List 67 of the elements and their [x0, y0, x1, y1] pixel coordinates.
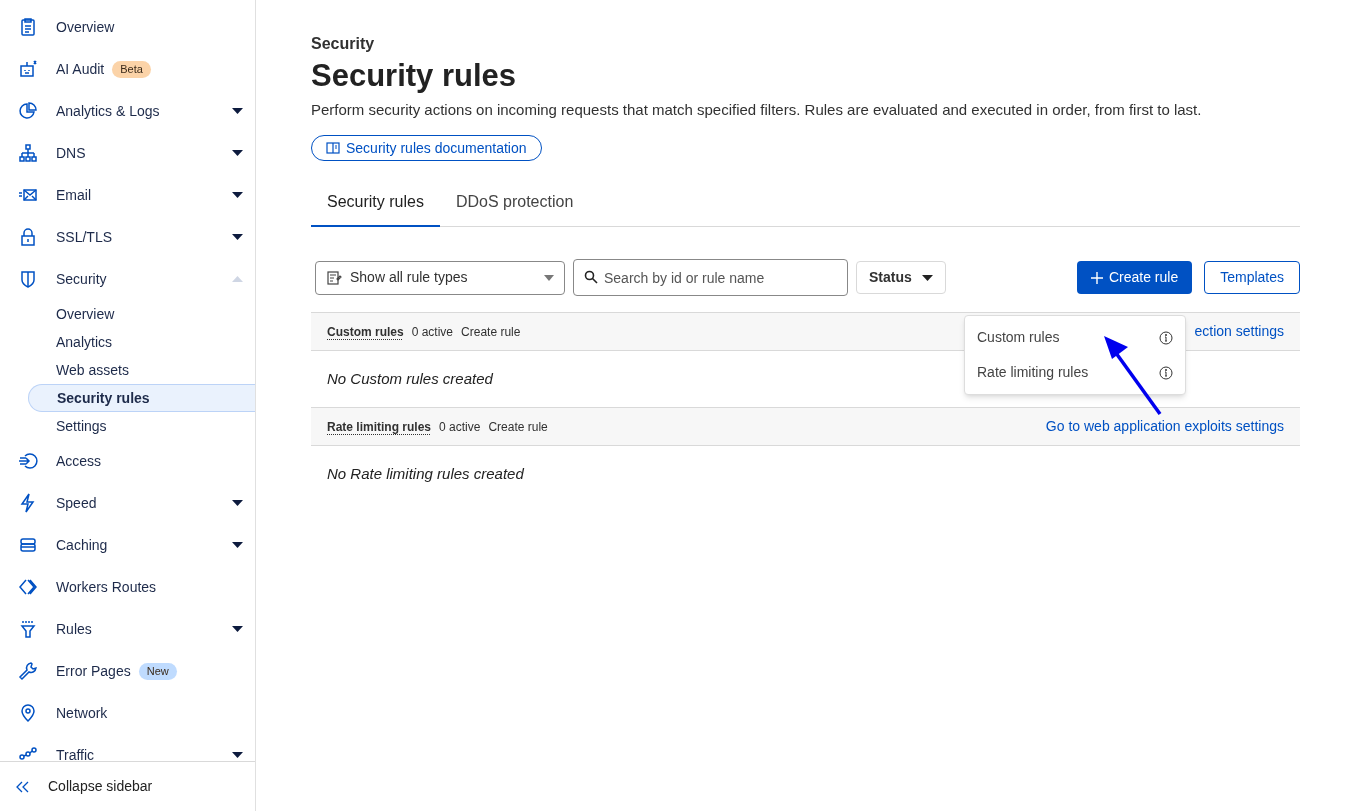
- sidebar-item[interactable]: AI Audit Beta: [0, 48, 255, 90]
- sidebar-item[interactable]: Speed: [0, 482, 255, 524]
- active-count: 0 active: [411, 323, 454, 341]
- double-chevron-left-icon: [16, 780, 30, 793]
- info-icon: [1159, 330, 1173, 345]
- sidebar-item[interactable]: Traffic: [0, 734, 255, 761]
- caret-down-icon: [544, 274, 554, 281]
- rule-type-dropdown[interactable]: Show all rule types: [315, 260, 565, 295]
- breadcrumb: Security: [311, 34, 376, 54]
- caret-down-icon: [921, 274, 933, 281]
- empty-message: No Rate limiting rules created: [327, 463, 524, 484]
- create-rule-link[interactable]: Create rule: [488, 417, 548, 436]
- sidebar-item[interactable]: Access: [0, 440, 255, 482]
- sidebar-subitem[interactable]: Web assets: [28, 356, 255, 384]
- settings-link[interactable]: ection settings: [1194, 321, 1284, 342]
- info-icon: [1159, 365, 1173, 380]
- book-icon: [326, 142, 340, 154]
- create-rule-link[interactable]: Create rule: [461, 322, 521, 341]
- sidebar-item[interactable]: Security: [0, 258, 255, 300]
- section-title: Custom rules: [327, 323, 404, 341]
- templates-button[interactable]: Templates: [1204, 261, 1300, 294]
- page-title: Security rules: [311, 57, 518, 95]
- network-tree-icon: [18, 143, 38, 163]
- collapse-sidebar-button[interactable]: Collapse sidebar: [16, 776, 153, 797]
- clipboard-icon: [18, 17, 38, 37]
- search-icon: [584, 270, 598, 284]
- sidebar-subitem[interactable]: Overview: [28, 300, 255, 328]
- status-filter-button[interactable]: Status: [856, 261, 946, 294]
- sidebar-item[interactable]: Network: [0, 692, 255, 734]
- sidebar-item[interactable]: Overview: [0, 6, 255, 48]
- settings-link[interactable]: Go to web application exploits settings: [1045, 416, 1284, 437]
- menu-item[interactable]: Custom rules: [965, 320, 1185, 355]
- tab[interactable]: DDoS protection: [439, 179, 590, 227]
- section-title: Rate limiting rules: [327, 418, 432, 436]
- wrench-icon: [18, 661, 38, 681]
- sidebar-item[interactable]: Rules: [0, 608, 255, 650]
- sidebar-item[interactable]: Workers Routes: [0, 566, 255, 608]
- sidebar-item[interactable]: Error Pages New: [0, 650, 255, 692]
- sidebar-subitem[interactable]: Security rules: [28, 384, 255, 412]
- page-description: Perform security actions on incoming requests that match specified filters. Rules are evaluated and executed in order, from first to last.: [311, 100, 1203, 120]
- nodes-icon: [18, 745, 38, 761]
- menu-item[interactable]: Rate limiting rules: [965, 355, 1185, 390]
- badge: Beta: [112, 60, 151, 78]
- sidebar-item[interactable]: SSL/TLS: [0, 216, 255, 258]
- sidebar-item[interactable]: DNS: [0, 132, 255, 174]
- robot-icon: [18, 59, 38, 79]
- server-stack-icon: [18, 535, 38, 555]
- map-pin-icon: [18, 703, 38, 723]
- brackets-icon: [18, 577, 38, 597]
- active-count: 0 active: [439, 418, 481, 436]
- sidebar-subitem[interactable]: Settings: [28, 412, 255, 440]
- pie-chart-icon: [18, 101, 38, 121]
- form-icon: [326, 269, 342, 286]
- sidebar-item[interactable]: Caching: [0, 524, 255, 566]
- lock-icon: [18, 227, 38, 247]
- tab[interactable]: Security rules: [311, 179, 440, 227]
- sidebar-item[interactable]: Email: [0, 174, 255, 216]
- badge: New: [138, 662, 177, 680]
- search-field[interactable]: Search by id or rule name: [573, 259, 848, 296]
- create-rule-button[interactable]: Create rule: [1076, 261, 1193, 294]
- plus-icon: [1090, 271, 1103, 284]
- sidebar-item[interactable]: Analytics & Logs: [0, 90, 255, 132]
- funnel-icon: [18, 619, 38, 639]
- empty-message: No Custom rules created: [327, 368, 493, 389]
- arrow-enter-icon: [18, 451, 38, 471]
- shield-icon: [18, 269, 38, 289]
- sidebar-subitem[interactable]: Analytics: [28, 328, 255, 356]
